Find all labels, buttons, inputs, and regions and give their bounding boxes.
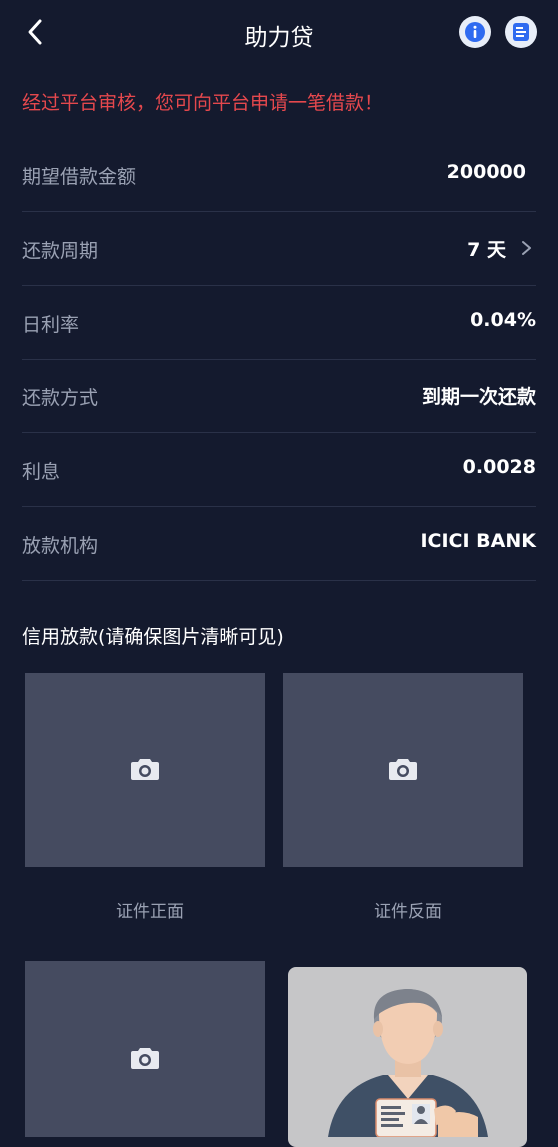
lending-institution-value: ICICI BANK [420,530,536,552]
handheld-id-upload[interactable] [25,961,265,1137]
loan-amount-row[interactable]: 期望借款金额 200000 [22,138,536,212]
daily-rate-row: 日利率 0.04% [22,286,536,360]
interest-value: 0.0028 [462,456,536,478]
loan-amount-value[interactable]: 200000 [447,161,526,183]
repayment-period-row[interactable]: 还款周期 7 天 [22,212,536,286]
id-front-label: 证件正面 [116,902,184,922]
info-button[interactable] [459,16,491,48]
credit-upload-section-title: 信用放款(请确保图片清晰可见) [22,626,284,648]
document-icon [513,23,529,41]
repayment-method-row: 还款方式 到期一次还款 [22,359,536,433]
camera-icon [131,759,159,780]
lending-institution-label: 放款机构 [22,535,99,557]
id-front-upload[interactable] [25,673,265,867]
daily-rate-value: 0.04% [470,309,536,331]
document-button[interactable] [505,16,537,48]
id-back-label: 证件反面 [374,902,442,922]
chevron-right-icon [522,241,531,255]
daily-rate-label: 日利率 [22,314,80,336]
top-navigation-bar: 助力贷 [0,0,558,64]
loan-amount-label: 期望借款金额 [22,166,137,188]
camera-icon [389,759,417,780]
interest-label: 利息 [22,461,61,483]
id-back-upload[interactable] [283,673,523,867]
handheld-id-example-image [288,967,527,1147]
person-holding-id-illustration [328,989,488,1138]
approval-notice: 经过平台审核，您可向平台申请一笔借款！ [22,92,384,114]
interest-row: 利息 0.0028 [22,433,536,507]
info-icon [465,22,485,42]
camera-icon [131,1048,159,1069]
lending-institution-row: 放款机构 ICICI BANK [22,507,536,581]
repayment-period-label: 还款周期 [22,240,99,262]
repayment-period-value: 7 天 [467,239,506,261]
repayment-method-value: 到期一次还款 [421,386,536,408]
repayment-method-label: 还款方式 [22,387,99,409]
